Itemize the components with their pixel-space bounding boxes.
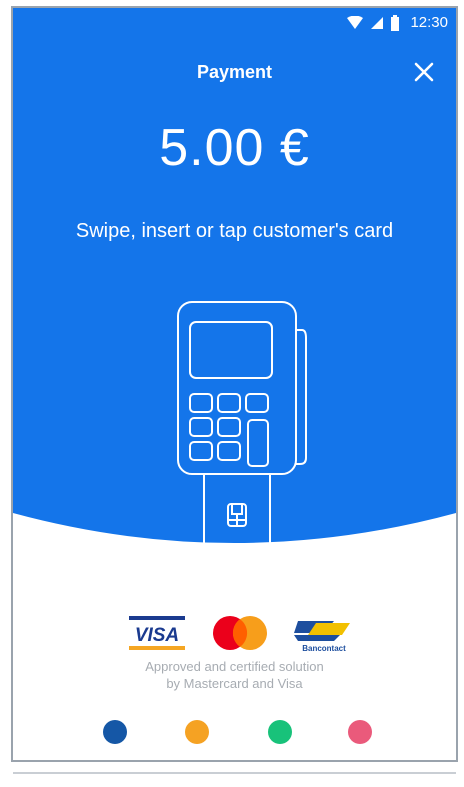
status-dots: [13, 720, 456, 750]
signal-icon: [371, 16, 384, 29]
visa-logo-text: VISA: [135, 625, 179, 646]
dot-pink: [348, 720, 372, 744]
status-bar: 12:30: [13, 8, 456, 38]
card-terminal-illustration: [177, 301, 307, 553]
status-time: 12:30: [410, 14, 448, 31]
payment-amount: 5.00 €: [159, 119, 310, 177]
page-title: Payment: [196, 62, 273, 82]
bottom-divider: [13, 772, 456, 774]
approval-text: Approved and certified solution by Maste…: [13, 658, 456, 692]
bancontact-logo: Bancontact: [294, 621, 350, 653]
phone-screen: 12:30 Payment 5.00 € Swipe, insert or ta…: [11, 6, 458, 762]
dot-orange: [185, 720, 209, 744]
visa-logo: VISA: [129, 616, 185, 650]
mastercard-logo: [213, 616, 267, 650]
dot-navy: [103, 720, 127, 744]
bancontact-logo-text: Bancontact: [302, 644, 346, 653]
approval-line-1: Approved and certified solution: [145, 659, 324, 674]
dot-green: [268, 720, 292, 744]
close-icon: [414, 62, 434, 82]
wifi-icon: [347, 15, 364, 29]
card-logos: VISA Bancontact: [13, 612, 456, 653]
card-instruction: Swipe, insert or tap customer's card: [75, 220, 394, 242]
approval-line-2: by Mastercard and Visa: [166, 676, 303, 691]
close-button[interactable]: [410, 58, 438, 86]
battery-icon: [391, 14, 400, 31]
